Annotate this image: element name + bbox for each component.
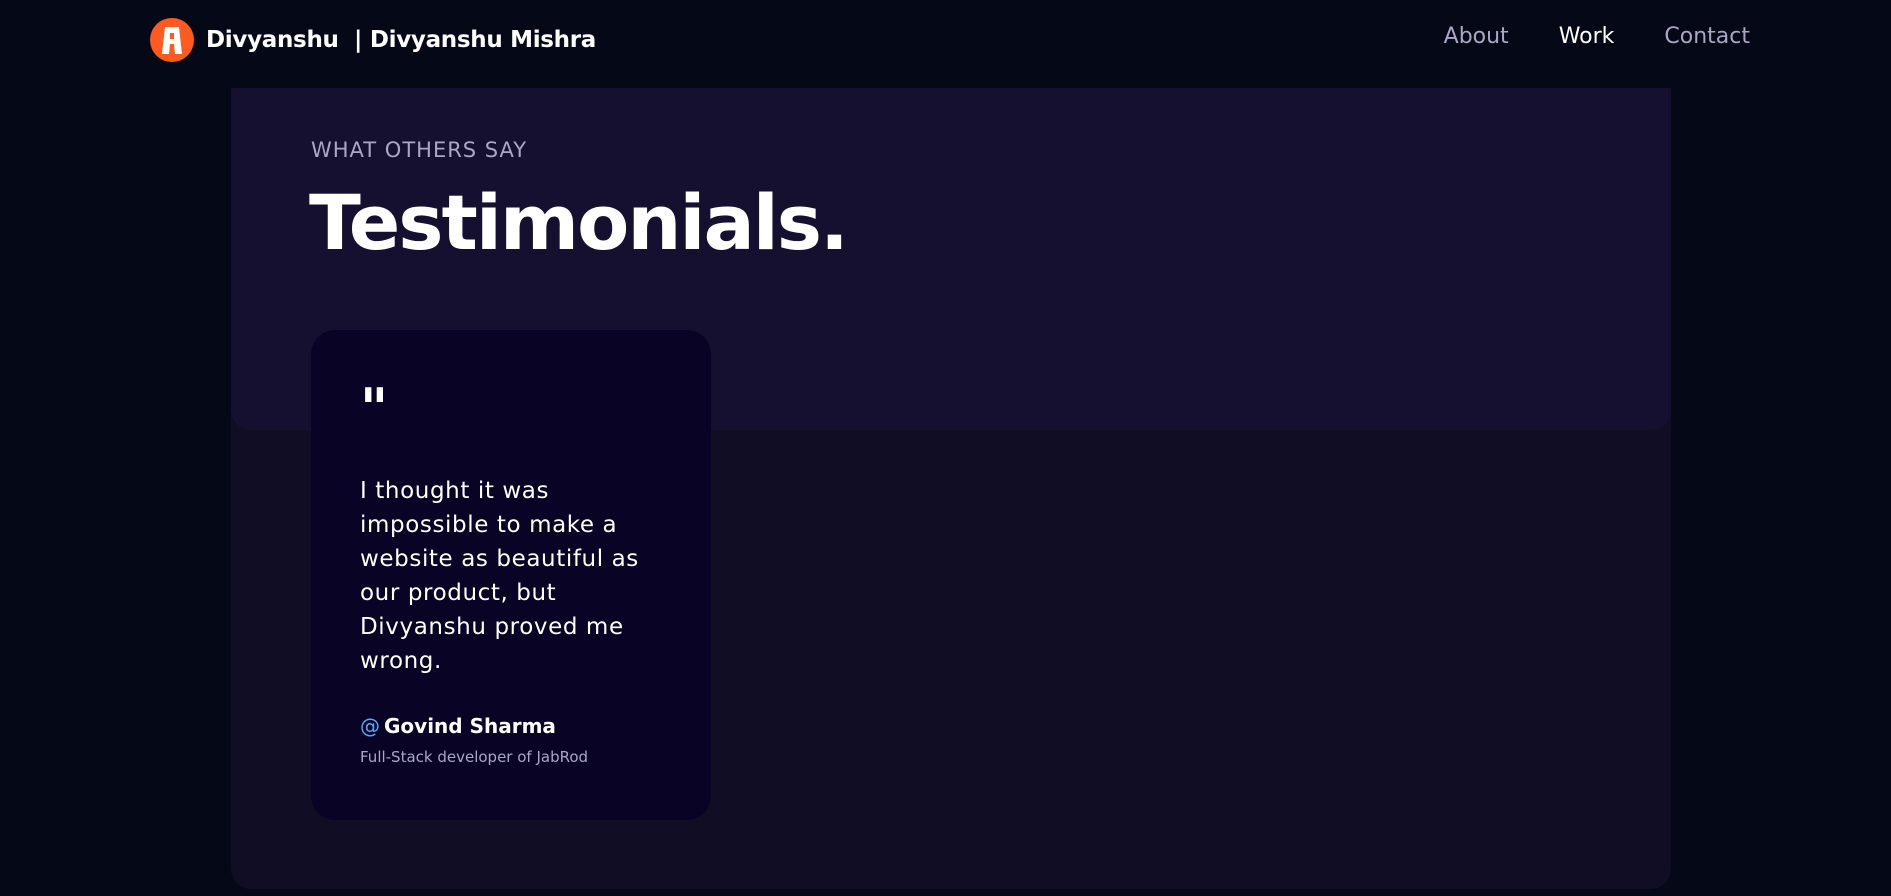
logo-icon	[150, 18, 194, 62]
testimonial-author: @ Govind Sharma	[360, 714, 556, 738]
section-title: Testimonials.	[309, 178, 849, 267]
nav-link-contact[interactable]: Contact	[1664, 24, 1750, 49]
section-subtitle: WHAT OTHERS SAY	[311, 138, 528, 162]
navbar: Divyanshu | Divyanshu Mishra About Work …	[0, 0, 1891, 88]
author-role: Full-Stack developer of JabRod	[360, 748, 589, 766]
quote-icon: "	[360, 377, 389, 440]
nav-link-work[interactable]: Work	[1559, 24, 1615, 49]
author-name: Govind Sharma	[384, 714, 556, 738]
testimonial-card: " I thought it was impossible to make a …	[311, 330, 711, 820]
brand-name: Divyanshu | Divyanshu Mishra	[206, 27, 597, 53]
at-symbol: @	[360, 714, 380, 738]
nav-links: About Work Contact	[1444, 24, 1750, 49]
testimonial-quote: I thought it was impossible to make a we…	[360, 478, 639, 674]
brand-link[interactable]: Divyanshu | Divyanshu Mishra	[150, 18, 596, 62]
nav-link-about[interactable]: About	[1444, 24, 1509, 49]
